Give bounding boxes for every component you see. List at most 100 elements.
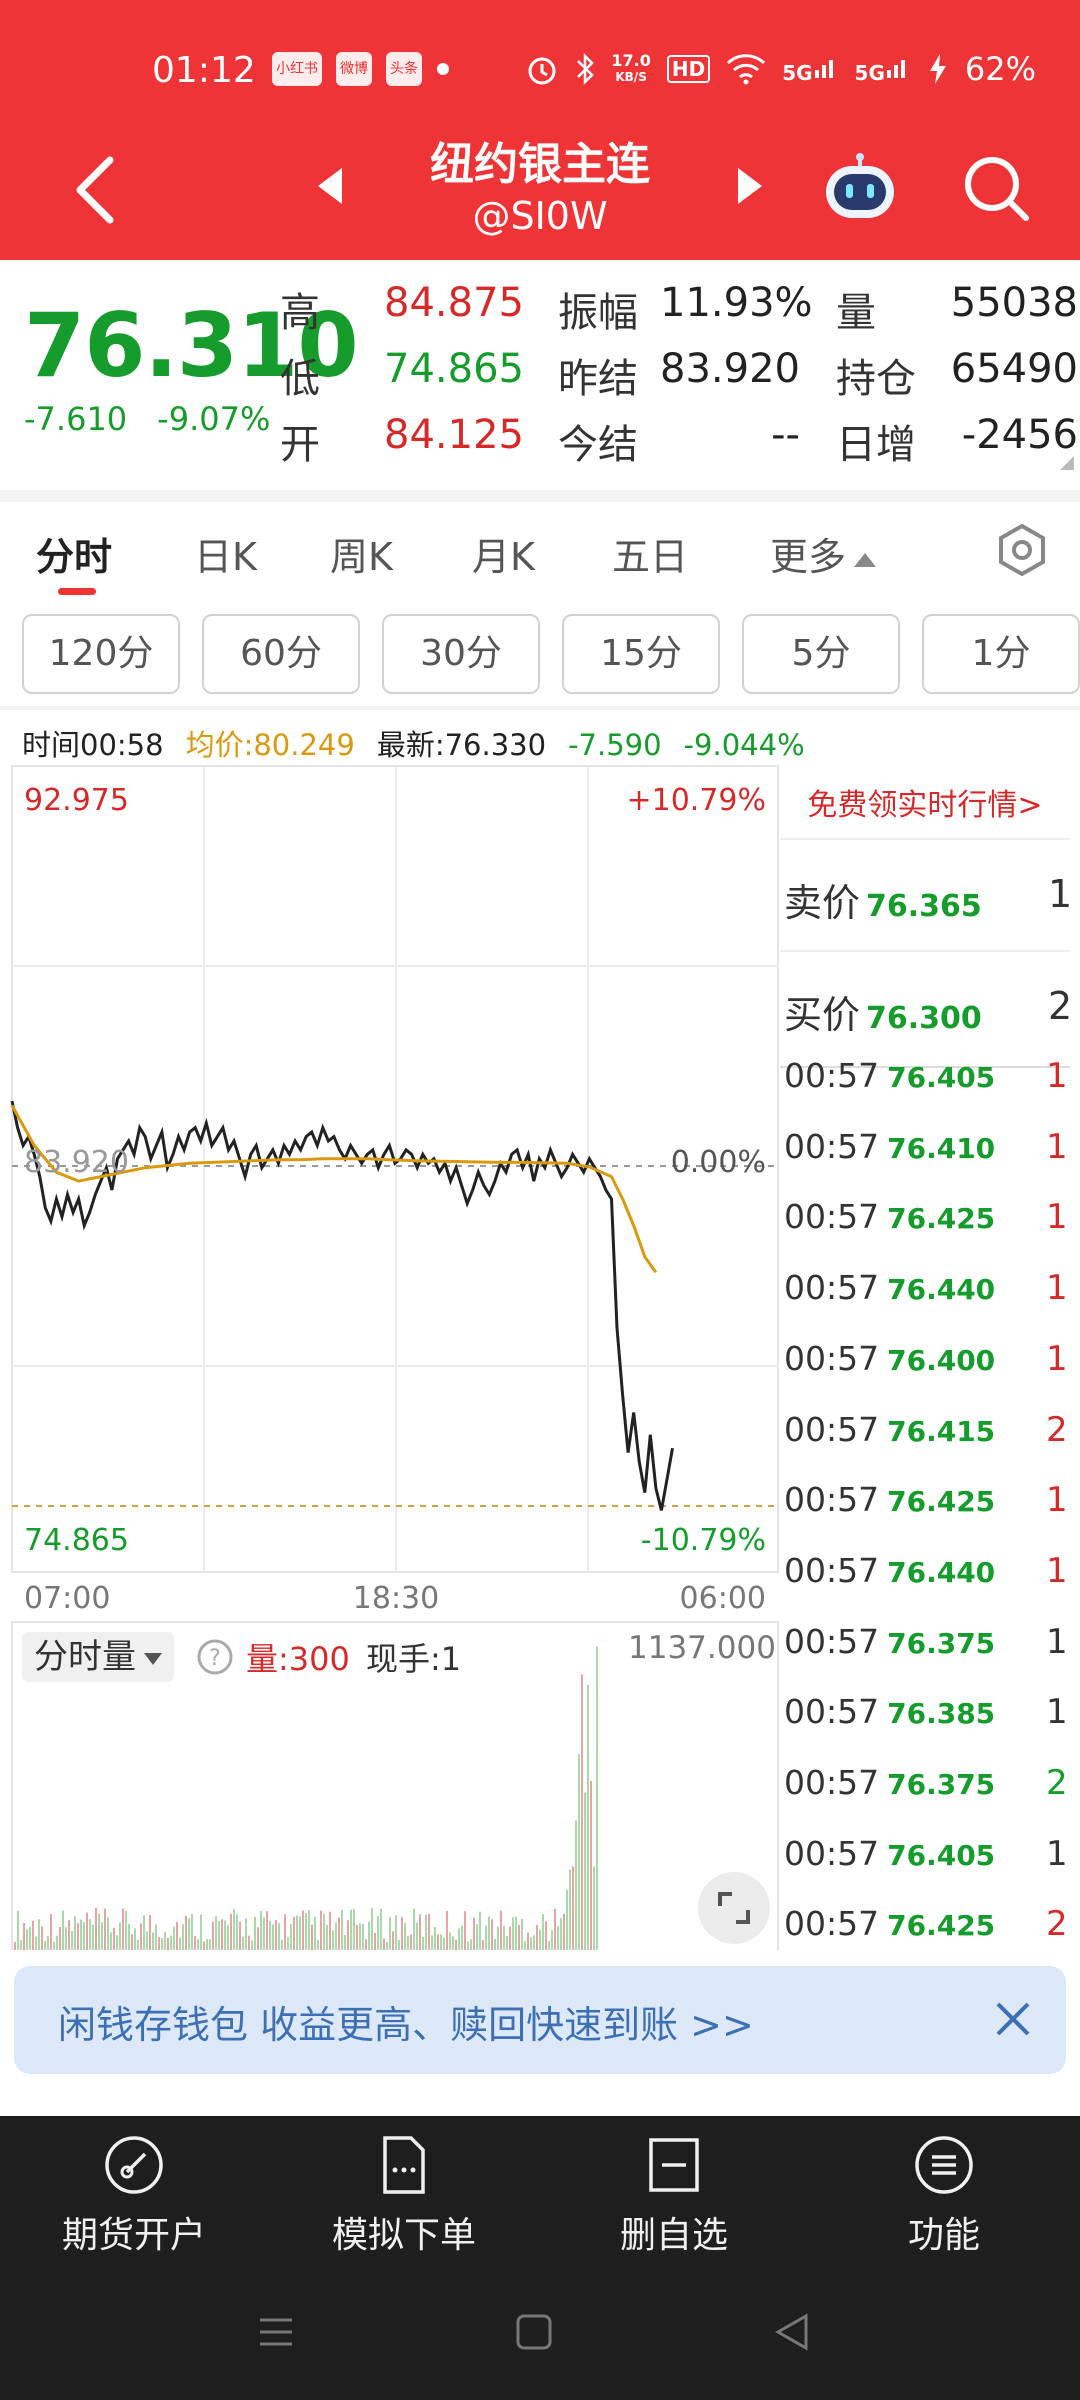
volume-bar [317,1939,319,1950]
volume-bars [14,1646,598,1950]
pct-mid-label: 0.00% [671,1145,766,1180]
period-30min-button[interactable]: 30分 [382,614,540,694]
volume-bar [296,1915,298,1950]
period-15min-button[interactable]: 15分 [562,614,720,694]
volume-bar [458,1928,460,1950]
volume-bar [416,1922,418,1950]
volume-bar [191,1913,193,1950]
volume-bar [479,1911,481,1950]
trade-row: 00:57 76.425 2 [784,1904,1068,1945]
help-icon[interactable]: ? [196,1638,234,1676]
volume-bar [146,1931,148,1950]
chart-tabs: 分时 日K 周K 月K 五日 更多 [0,502,1080,602]
trade-row: 00:57 76.405 1 [784,1833,1068,1874]
volume-bar [455,1939,457,1950]
prev-contract-icon[interactable] [318,168,342,204]
volume-bar [269,1920,271,1950]
volume-bar [197,1939,199,1950]
period-60min-button[interactable]: 60分 [202,614,360,694]
volume-bar [251,1940,253,1950]
volume-bar [203,1941,205,1950]
volume-bar [143,1915,145,1950]
volume-bar [113,1927,115,1950]
volume-bar [593,1866,595,1950]
volume-bar [236,1914,238,1950]
signal-5g-1: 5G [782,54,838,85]
search-icon[interactable] [958,150,1034,226]
fullscreen-icon[interactable] [698,1872,770,1944]
back-arrow-icon[interactable] [66,150,126,230]
expand-corner-icon[interactable] [1060,456,1074,470]
volume-bar [74,1916,76,1950]
volume-bar [332,1930,334,1950]
intraday-chart[interactable]: 92.975 83.920 74.865 +10.79% 0.00% -10.7… [0,760,780,1950]
volume-bar [206,1939,208,1950]
tab-daily-k[interactable]: 日K [194,526,257,581]
volume-bar [437,1934,439,1950]
order-book-panel: 免费领实时行情> 卖价 76.365 1 买价 76.300 2 00:57 76.405… [780,766,1070,1950]
trade-row: 00:57 76.440 1 [784,1268,1068,1309]
volume-bar [371,1908,373,1950]
open-interest-value: 65490 [950,346,1078,392]
volume-bar [32,1920,34,1950]
open-futures-account-button[interactable]: 期货开户 [24,2134,244,2258]
volume-label: 量 [836,290,876,336]
trade-row: 00:57 76.425 1 [784,1197,1068,1238]
status-right: 17.0 KB/S HD 5G 5G 62% [525,50,1036,88]
period-120min-button[interactable]: 120分 [22,614,180,694]
home-icon[interactable] [514,2312,554,2352]
volume-bar [158,1937,160,1950]
tab-intraday[interactable]: 分时 [36,526,112,581]
volume-bar [551,1930,553,1950]
info-change: -7.590 [568,728,662,762]
tab-more[interactable]: 更多 [770,526,877,581]
recent-apps-icon[interactable] [256,2312,296,2352]
trade-row: 00:57 76.385 1 [784,1692,1068,1733]
simulated-order-button[interactable]: 模拟下单 [294,2134,514,2258]
back-nav-icon[interactable] [772,2312,812,2352]
volume-bar [488,1916,490,1950]
volume-type-dropdown[interactable]: 分时量 [22,1632,174,1682]
promo-banner[interactable]: 闲钱存钱包 收益更高、赎回快速到账 >> [14,1966,1066,2074]
volume-bar [230,1913,232,1950]
next-contract-icon[interactable] [738,168,762,204]
trade-row: 00:57 76.375 1 [784,1621,1068,1662]
volume-bar [566,1889,568,1950]
settings-hexagon-icon[interactable] [994,522,1050,578]
volume-bar [128,1923,130,1950]
gauge-icon [105,2136,163,2194]
avg-series-line [10,1104,658,1274]
weibo-badge: 微博 [336,52,372,86]
volume-bar [470,1939,472,1950]
volume-bar [35,1936,37,1950]
remove-watchlist-button[interactable]: 删自选 [564,2134,784,2258]
volume-bar [461,1925,463,1950]
hd-badge: HD [666,55,711,83]
bid-row: 买价 76.300 2 [784,984,1070,1037]
volume-bar [575,1820,577,1950]
period-1min-button[interactable]: 1分 [922,614,1080,694]
functions-button[interactable]: 功能 [834,2134,1054,2258]
volume-bar [338,1917,340,1950]
tab-monthly-k[interactable]: 月K [472,526,535,581]
volume-bar [227,1925,229,1950]
volume-bar [443,1937,445,1950]
volume-bar [389,1917,391,1950]
volume-bar [395,1915,397,1950]
volume-value: 55038 [950,280,1078,326]
section-divider [0,490,1080,502]
volume-bar [212,1921,214,1950]
volume-bar [257,1927,259,1950]
volume-bar [77,1923,79,1950]
volume-bar [266,1911,268,1950]
volume-bar [134,1928,136,1950]
robot-assistant-icon[interactable] [820,152,900,224]
info-latest: 最新:76.330 [376,728,547,762]
free-realtime-quote-link[interactable]: 免费领实时行情> [780,780,1070,824]
period-5min-button[interactable]: 5分 [742,614,900,694]
close-icon[interactable] [990,1996,1036,2042]
volume-bar [503,1925,505,1950]
tab-five-day[interactable]: 五日 [612,526,688,581]
volume-bar [383,1938,385,1950]
tab-weekly-k[interactable]: 周K [330,526,393,581]
